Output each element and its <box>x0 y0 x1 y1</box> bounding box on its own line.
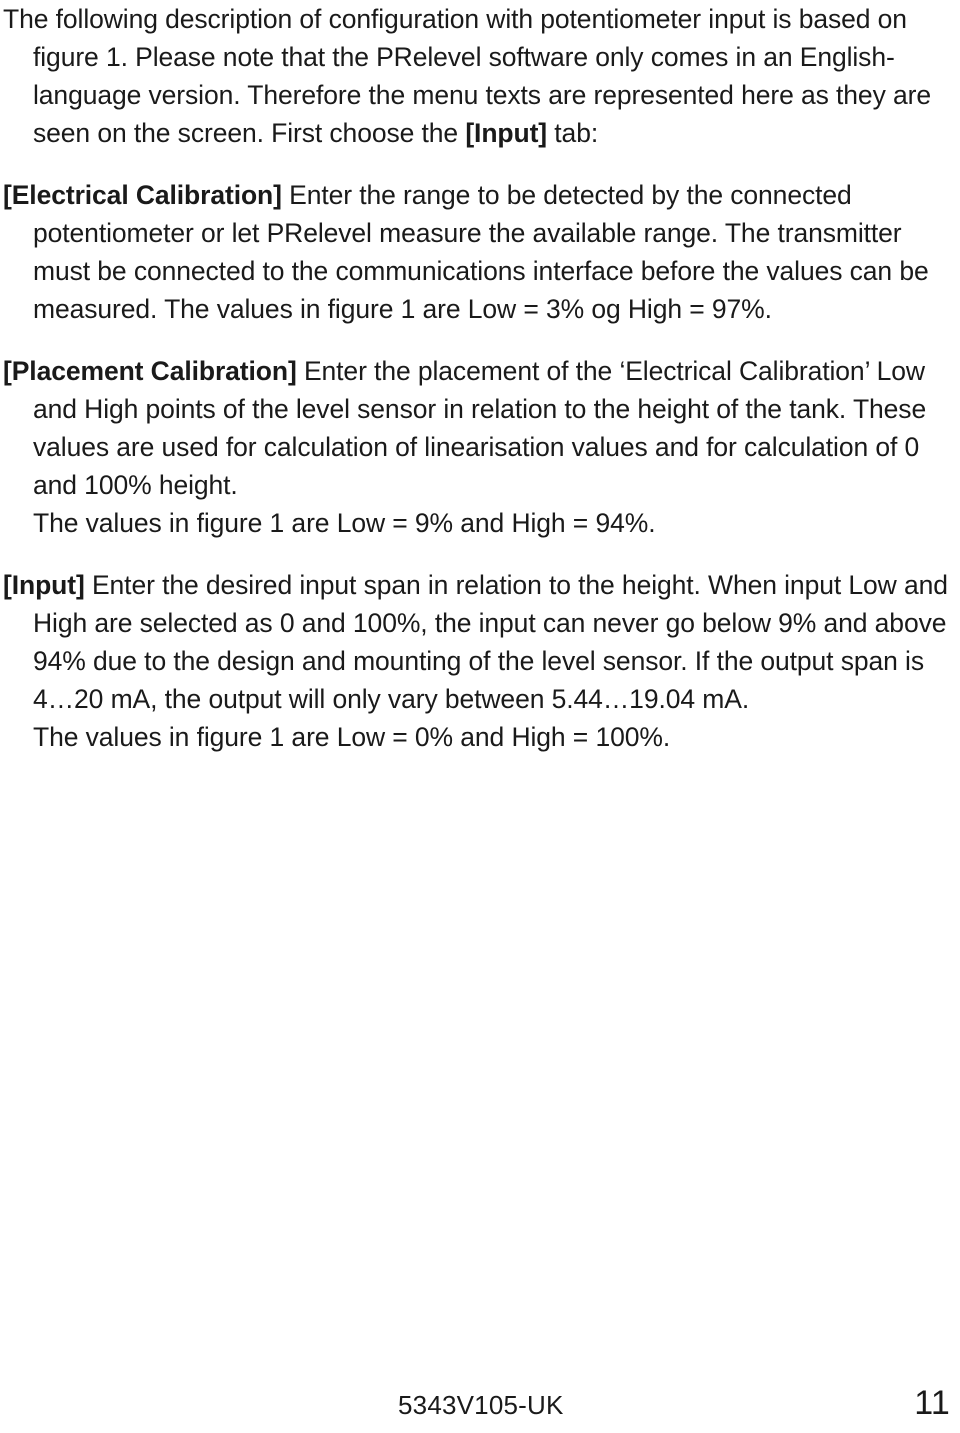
paragraph-input: [Input] Enter the desired input span in … <box>3 566 948 756</box>
paragraph-placement-calibration: [Placement Calibration] Enter the placem… <box>3 352 948 542</box>
paragraph-placement-calibration-lead: [Placement Calibration] <box>3 356 297 386</box>
paragraph-electrical-calibration: [Electrical Calibration] Enter the range… <box>3 176 948 328</box>
page-body: The following description of configurati… <box>3 0 948 756</box>
paragraph-input-values: The values in figure 1 are Low = 0% and … <box>33 722 671 752</box>
paragraph-electrical-calibration-lead: [Electrical Calibration] <box>3 180 282 210</box>
paragraph-input-lead: [Input] <box>3 570 85 600</box>
document-page: The following description of configurati… <box>0 0 960 1433</box>
paragraph-placement-calibration-values: The values in figure 1 are Low = 9% and … <box>33 508 656 538</box>
page-footer: 5343V105-UK 11 <box>0 1383 960 1433</box>
page-number: 11 <box>914 1384 950 1422</box>
paragraph-intro: The following description of configurati… <box>3 0 948 152</box>
paragraph-input-text: Enter the desired input span in relation… <box>33 570 948 714</box>
paragraph-intro-bold-tab: [Input] <box>465 118 548 148</box>
paragraph-intro-tail: tab: <box>547 118 599 148</box>
document-code: 5343V105-UK <box>398 1390 564 1420</box>
